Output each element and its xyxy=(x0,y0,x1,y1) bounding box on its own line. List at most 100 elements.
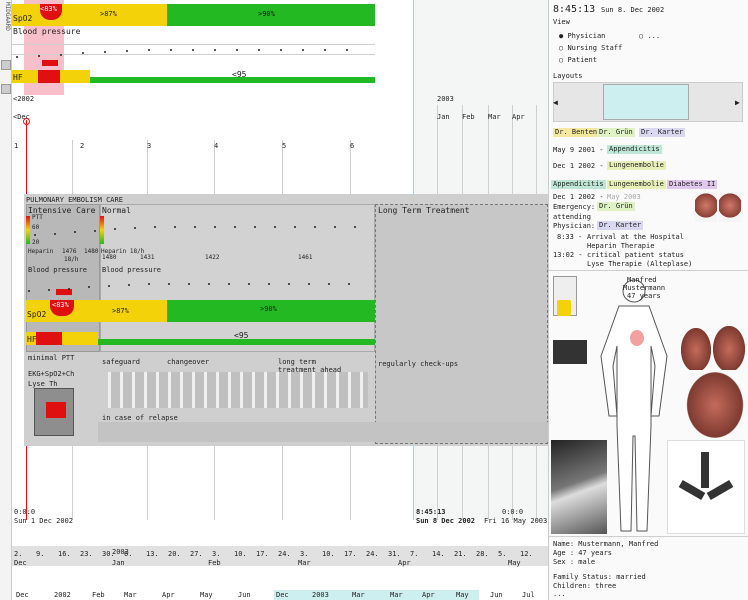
range-selector[interactable] xyxy=(274,590,479,600)
event-3-text: critical patient status xyxy=(587,251,684,259)
series-point xyxy=(228,282,230,285)
ptt-label: PTT xyxy=(32,214,43,221)
month-row-label: May xyxy=(508,559,521,567)
layouts-title: Layouts xyxy=(553,72,583,80)
detail-spo2-mid: >87% xyxy=(112,307,129,315)
bottom-row-label: Mar xyxy=(390,591,403,599)
series-point xyxy=(288,282,290,285)
view-option-more[interactable]: ○ ... xyxy=(639,32,660,40)
month-row-label: Dec xyxy=(14,559,27,567)
series-point xyxy=(38,54,40,57)
series-point xyxy=(348,282,350,285)
bottom-row-label: Apr xyxy=(422,591,435,599)
lyse-label: Lyse Th xyxy=(28,380,58,388)
detail-spo2-label: SpO2 xyxy=(27,310,47,319)
view-option-nursing[interactable]: ○ Nursing Staff xyxy=(559,44,622,52)
series-point xyxy=(54,232,56,235)
sidebar-collapse-button[interactable] xyxy=(1,84,11,94)
stripes xyxy=(108,372,368,408)
changeover-label: changeover xyxy=(167,358,210,366)
heart-anatomy-large[interactable] xyxy=(685,370,745,440)
history-2-tag[interactable]: Lungenembolie xyxy=(607,161,666,170)
doctor-gruen[interactable]: Dr. Grün xyxy=(597,128,635,137)
series-point xyxy=(314,225,316,228)
history-1-date: May 9 2001 - xyxy=(553,146,604,154)
series-point xyxy=(126,50,128,52)
infusion-bag-icon[interactable] xyxy=(557,300,571,316)
series-point xyxy=(258,48,260,51)
info-line-7: ... xyxy=(553,590,566,598)
spo2-band-low: <83% xyxy=(40,5,57,13)
day-row-tick: 24. xyxy=(366,550,379,558)
emergency-doctor[interactable]: Dr. Grün xyxy=(597,202,635,211)
series-point xyxy=(234,225,236,228)
history-1-tag[interactable]: Appendicitis xyxy=(607,145,662,154)
doctor-karter[interactable]: Dr. Karter xyxy=(639,128,686,137)
long-term-label: Long Term Treatment xyxy=(378,206,470,215)
event-1-text: Arrival at the Hospital xyxy=(587,233,684,241)
scale-60: 60 xyxy=(32,224,40,231)
bronchi-trachea xyxy=(701,452,709,488)
year-left-marker: <2002 xyxy=(13,95,35,103)
long-term-block[interactable] xyxy=(375,204,548,444)
heart-image-2[interactable] xyxy=(719,192,741,222)
bottom-row-label: 2003 xyxy=(312,591,329,599)
month-jan: Jan xyxy=(437,113,450,121)
hf-red xyxy=(38,70,60,83)
series-point xyxy=(68,287,70,290)
day-tick-4: 4 xyxy=(214,142,219,150)
month-row-label: Mar xyxy=(298,559,311,567)
day-row-tick: 5. xyxy=(498,550,507,558)
patient-name-full: Mustermann xyxy=(623,284,666,292)
day-tick-3: 3 xyxy=(147,142,152,150)
detail-spo2-high: >90% xyxy=(260,305,277,313)
patient-name-short: Manfred xyxy=(627,276,657,284)
hf-value: <95 xyxy=(232,70,247,79)
history-2-date: Dec 1 2002 - xyxy=(553,162,604,170)
episode-end: May 2003 xyxy=(607,193,641,201)
layout-next-icon[interactable]: ▶ xyxy=(735,98,740,107)
month-row-label: Apr xyxy=(398,559,411,567)
relapse-row xyxy=(98,422,548,442)
hf-label: HF xyxy=(13,73,23,82)
layout-active[interactable] xyxy=(603,84,689,120)
clock-date: Sun 8. Dec 2002 xyxy=(601,6,665,14)
view-option-patient[interactable]: ○ Patient xyxy=(559,56,597,64)
day-row-tick: 10. xyxy=(234,550,247,558)
day-tick-1: 1 xyxy=(14,142,19,150)
tab-lungenembolie[interactable]: Lungenembolie xyxy=(607,180,666,189)
tab-diabetes[interactable]: Diabetes II xyxy=(667,180,718,189)
heparin-v1: 1476 xyxy=(62,248,77,255)
bp-critical-marker xyxy=(42,60,58,66)
view-label-nursing: Nursing Staff xyxy=(567,44,623,52)
view-label-physician: Physician xyxy=(567,32,606,40)
end-date: Fri 16 May 2003 xyxy=(484,517,548,525)
xray-knee-image[interactable] xyxy=(551,440,607,534)
heart-anatomy-1[interactable] xyxy=(681,328,711,372)
bp-label: Blood pressure xyxy=(13,27,81,36)
layout-prev-icon[interactable]: ◀ xyxy=(553,98,558,107)
series-point xyxy=(168,282,170,285)
series-point xyxy=(302,48,304,51)
day-row-tick: 10. xyxy=(322,550,335,558)
heart-image-1[interactable] xyxy=(695,192,717,222)
day-row-tick: 30. xyxy=(102,550,115,558)
doctor-benten[interactable]: Dr. Benten xyxy=(553,128,600,137)
heart-anatomy-2[interactable] xyxy=(713,326,745,372)
spo2-band-high: >90% xyxy=(258,10,275,18)
ekg-device-icon[interactable] xyxy=(553,340,587,364)
series-point xyxy=(294,225,296,228)
spo2-label: SpO2 xyxy=(13,14,33,23)
series-point xyxy=(134,227,136,229)
view-option-physician[interactable]: ● Physician xyxy=(559,32,605,40)
day-row-tick: 17. xyxy=(256,550,269,558)
series-point xyxy=(154,225,156,228)
tab-appendicitis[interactable]: Appendicitis xyxy=(551,180,606,189)
bottom-row-label: Mar xyxy=(124,591,137,599)
physician-doctor[interactable]: Dr. Karter xyxy=(597,221,644,230)
right-panel: 8:45:13 Sun 8. Dec 2002 View ● Physician… xyxy=(548,0,748,600)
ptt-scale-2 xyxy=(100,216,104,244)
sidebar-toggle-button[interactable] xyxy=(1,60,11,70)
series-point xyxy=(324,48,326,51)
main-timeline: SpO2 <83% >87% >90% Blood pressure HF <9… xyxy=(12,0,548,600)
